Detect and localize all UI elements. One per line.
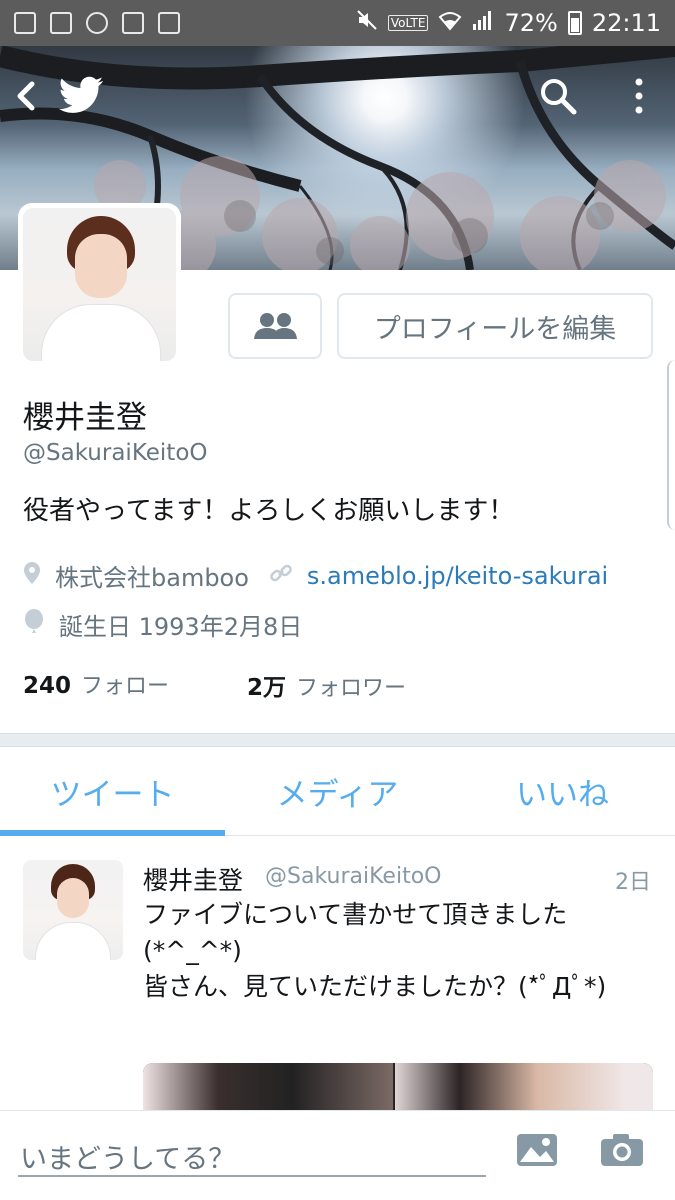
people-icon (254, 313, 297, 339)
tweet-timestamp: 2日 (615, 870, 651, 895)
tab-tweets[interactable]: ツイート (0, 748, 225, 836)
edit-profile-button[interactable]: プロフィールを編集 (337, 293, 653, 359)
search-icon (541, 79, 577, 115)
camera-icon (601, 1134, 643, 1166)
section-divider (0, 733, 675, 747)
tab-likes[interactable]: いいね (450, 748, 675, 835)
screenshot-notification-icon (14, 12, 36, 34)
twitter-profile-screen: VoLTE 72% 22:11 プロフィールを編集 櫻井圭登 @SakuraiK… (0, 0, 675, 1200)
profile-name: 櫻井圭登 (23, 400, 147, 436)
tweet-media-image[interactable] (143, 1063, 653, 1112)
link-icon (269, 561, 293, 591)
profile-handle: @SakuraiKeitoO (23, 440, 208, 466)
tab-media[interactable]: メディア (225, 748, 450, 835)
profile-location: 株式会社bamboo (55, 564, 249, 592)
download-notification-icon (122, 12, 144, 34)
profile-birthday-row: 誕生日 1993年2月8日 (23, 607, 302, 642)
recycle-notification-icon (158, 12, 180, 34)
image-icon (517, 1134, 557, 1166)
tweet-author-avatar[interactable] (23, 860, 123, 960)
more-vertical-icon (635, 78, 643, 114)
follow-counts: 240 フォロー 2万 フォロワー (23, 668, 406, 702)
tweet-author-handle: @SakuraiKeitoO (265, 864, 442, 889)
image-notification-icon (50, 12, 72, 34)
compose-input[interactable]: いまどうしてる？ (18, 1131, 486, 1177)
status-bar: VoLTE 72% 22:11 (0, 0, 675, 46)
tweet-item[interactable]: 櫻井圭登 @SakuraiKeitoO 2日 ファイブについて書かせて頂きました… (0, 837, 675, 1112)
lists-button[interactable] (228, 293, 322, 359)
battery-percent: 72% (504, 9, 558, 37)
profile-bio: 役者やってます！よろしくお願いします！ (23, 496, 515, 526)
following-count-link[interactable]: 240 フォロー (23, 668, 169, 702)
avatar-photo (23, 208, 176, 361)
profile-website-link[interactable]: s.ameblo.jp/keito-sakurai (307, 562, 608, 590)
wifi-icon (438, 9, 462, 37)
shield-notification-icon (86, 12, 108, 34)
profile-tabs: ツイート メディア いいね (0, 748, 675, 836)
battery-icon (567, 11, 582, 35)
location-pin-icon (23, 561, 41, 591)
tweet-text: ファイブについて書かせて頂きました(*^_^*) 皆さん、見ていただけましたか？… (143, 900, 607, 1001)
clock-time: 22:11 (591, 9, 661, 37)
tweet-author-name: 櫻井圭登 (143, 866, 244, 895)
followers-count-link[interactable]: 2万 フォロワー (247, 668, 406, 702)
balloon-icon (23, 608, 45, 641)
edge-panel-handle[interactable] (667, 360, 675, 530)
mute-icon (356, 9, 378, 37)
compose-bar: いまどうしてる？ (0, 1110, 675, 1200)
signal-icon (472, 9, 494, 37)
profile-avatar[interactable] (18, 203, 181, 366)
camera-button[interactable] (600, 1133, 644, 1171)
profile-meta-row: 株式会社bamboo s.ameblo.jp/keito-sakurai (23, 558, 608, 593)
profile-birthday: 誕生日 1993年2月8日 (59, 613, 303, 641)
volte-badge: VoLTE (387, 15, 429, 31)
add-photo-button[interactable] (516, 1133, 558, 1171)
